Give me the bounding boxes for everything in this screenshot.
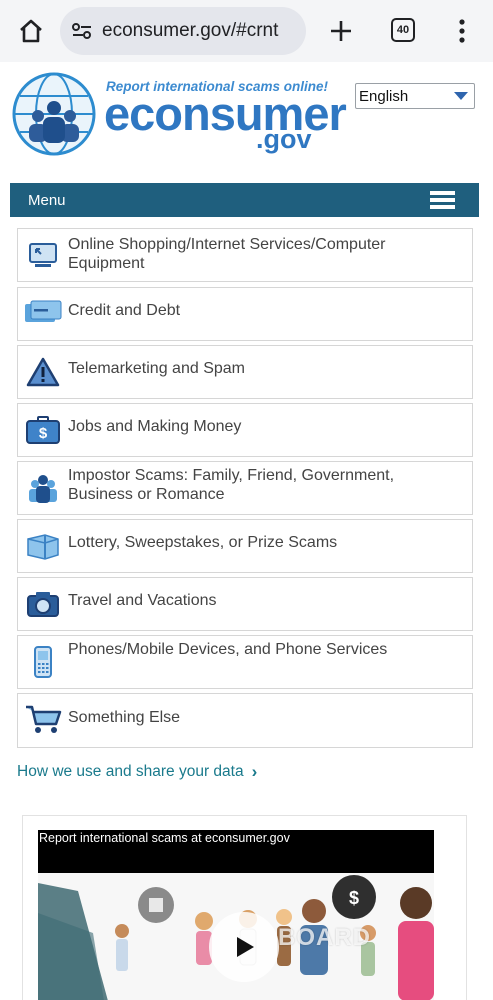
url-text[interactable]: econsumer.gov/#crnt [102, 20, 278, 42]
address-bar[interactable]: econsumer.gov/#crnt [60, 7, 306, 55]
camera-icon [24, 586, 62, 622]
more-options-icon[interactable] [452, 14, 472, 48]
video-card: Report international scams at econsumer.… [22, 815, 467, 1000]
video-watermark: BOARD [278, 924, 371, 951]
category-credit-debt[interactable]: Credit and Debt [17, 287, 473, 341]
globe-people-icon [10, 70, 98, 158]
site-logo[interactable]: Report international scams online! econs… [10, 68, 347, 160]
hamburger-icon[interactable] [430, 191, 455, 209]
category-label: Impostor Scams: Family, Friend, Governme… [68, 467, 395, 503]
menu-bar[interactable]: Menu [10, 183, 479, 217]
category-label: Travel and Vacations [68, 592, 217, 609]
category-label: Lottery, Sweepstakes, or Prize Scams [68, 534, 338, 551]
language-select[interactable]: English [355, 83, 475, 109]
category-label: Something Else [68, 709, 181, 726]
category-label: Credit and Debt [68, 302, 181, 319]
logo-suffix: .gov [256, 124, 312, 154]
computer-icon [24, 237, 62, 273]
people-icon [24, 470, 62, 506]
video-title: Report international scams at econsumer.… [39, 831, 290, 845]
category-phones-mobile[interactable]: Phones/Mobile Devices, and Phone Service… [17, 635, 473, 689]
tab-switcher-button[interactable]: 40 [391, 18, 415, 42]
gift-icon [24, 528, 62, 564]
category-label: Online Shopping/Internet Services/Comput… [68, 236, 386, 272]
briefcase-icon: $ [24, 412, 62, 448]
category-jobs-money[interactable]: $ Jobs and Making Money [17, 403, 473, 457]
category-telemarketing-spam[interactable]: Telemarketing and Spam [17, 345, 473, 399]
video-title-bar: Report international scams at econsumer.… [38, 830, 434, 873]
data-use-link-label: How we use and share your data [17, 763, 244, 780]
category-label: Jobs and Making Money [68, 418, 242, 435]
category-travel-vacations[interactable]: Travel and Vacations [17, 577, 473, 631]
new-tab-icon[interactable] [326, 14, 356, 48]
category-label: Phones/Mobile Devices, and Phone Service… [68, 641, 388, 658]
category-online-shopping[interactable]: Online Shopping/Internet Services/Comput… [17, 228, 473, 282]
warning-icon [24, 354, 62, 390]
svg-text:$: $ [39, 425, 48, 442]
language-value: English [359, 87, 409, 105]
data-use-link[interactable]: How we use and share your data › [17, 762, 257, 782]
credit-card-icon [24, 295, 62, 331]
category-something-else[interactable]: Something Else [17, 693, 473, 748]
svg-text:$: $ [349, 888, 359, 908]
video-player[interactable]: Report international scams at econsumer.… [38, 830, 434, 1000]
category-label: Telemarketing and Spam [68, 360, 245, 377]
phone-icon [24, 644, 62, 680]
home-icon[interactable] [14, 14, 48, 48]
chevron-down-icon [454, 92, 468, 100]
browser-toolbar: econsumer.gov/#crnt 40 [0, 0, 493, 62]
menu-label: Menu [28, 191, 66, 209]
category-impostor-scams[interactable]: Impostor Scams: Family, Friend, Governme… [17, 461, 473, 515]
site-settings-icon[interactable] [70, 19, 94, 43]
play-icon[interactable] [209, 912, 279, 982]
cart-icon [24, 702, 62, 738]
category-lottery-prize[interactable]: Lottery, Sweepstakes, or Prize Scams [17, 519, 473, 573]
chevron-right-icon: › [251, 762, 258, 781]
